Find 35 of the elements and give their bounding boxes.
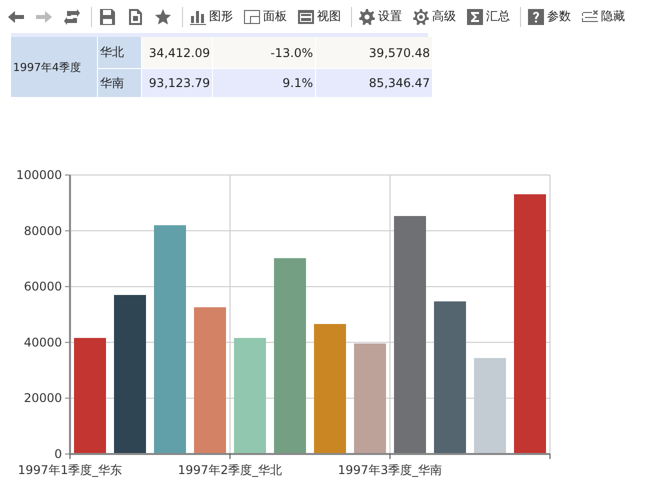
table-cell: 华南	[98, 69, 141, 97]
y-tick-label: 40000	[24, 335, 62, 350]
x-tick-label: 1997年1季度_华东	[18, 463, 122, 477]
table-cell: 34,412.09	[142, 37, 212, 68]
window-icon	[297, 8, 315, 26]
y-tick-label: 100000	[16, 168, 62, 182]
table-cell: -13.0%	[213, 37, 315, 68]
y-tick-label: 80000	[24, 224, 62, 238]
table-cell: 华北	[98, 37, 141, 68]
toolbar-button[interactable]: 面板	[240, 4, 290, 30]
table-cell: 9.1%	[213, 69, 315, 97]
x-tick-label: 1997年3季度_华南	[338, 463, 442, 477]
x-tick-label: 1997年2季度_华北	[178, 463, 282, 477]
gear-outline-icon	[412, 8, 430, 26]
toolbar-button[interactable]: 高级	[409, 4, 459, 30]
table-cell: 1997年4季度	[11, 37, 97, 97]
table-cell: 39,570.48	[316, 37, 432, 68]
document-icon	[126, 8, 144, 26]
star-icon	[154, 8, 172, 26]
y-tick-label: 20000	[24, 391, 62, 406]
table-cell: 85,346.47	[316, 69, 432, 97]
sigma-icon	[466, 8, 484, 26]
toolbar-button[interactable]: 视图	[294, 4, 344, 30]
y-tick-label: 60000	[24, 280, 62, 294]
toolbar-button[interactable]: 设置	[355, 4, 405, 30]
help-icon	[527, 8, 545, 26]
toolbar-button[interactable]: 汇总	[463, 4, 513, 30]
panel-layout-icon	[243, 8, 261, 26]
refresh-icon	[63, 8, 81, 26]
y-tick-label: 0	[54, 447, 62, 461]
toolbar-button[interactable]: 图形	[186, 4, 236, 30]
table-cell: 93,123.79	[142, 69, 212, 97]
settings-icon	[358, 8, 376, 26]
toolbar-button[interactable]: 隐藏	[578, 4, 628, 30]
toolbar-button[interactable]: 参数	[524, 4, 574, 30]
